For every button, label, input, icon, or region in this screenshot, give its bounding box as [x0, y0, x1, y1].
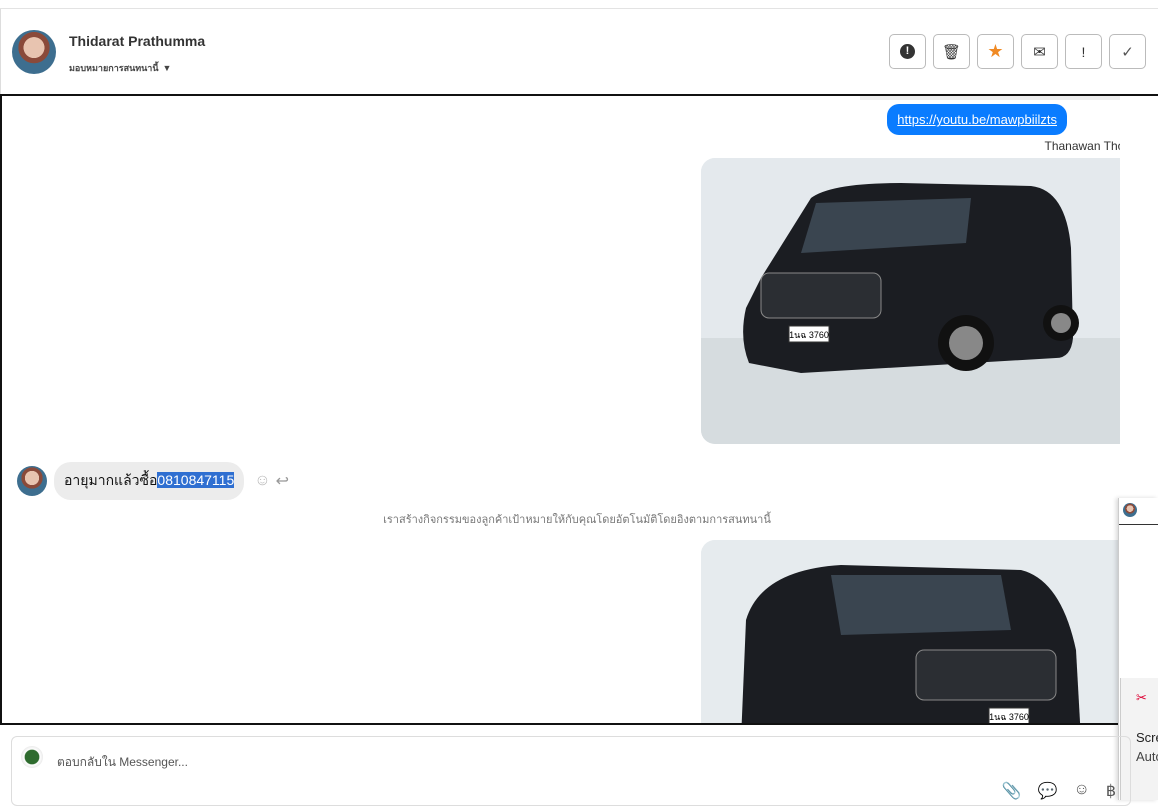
mark-done-button[interactable]: ✓	[1109, 34, 1146, 69]
van-photo: 1นฉ 3760	[701, 158, 1120, 444]
reply-composer[interactable]: ตอบกลับใน Messenger... 📎 💬 ☺ ฿	[11, 736, 1131, 806]
system-note: เราสร้างกิจกรรมของลูกค้าเป้าหมายให้กับคุ…	[383, 514, 771, 526]
popup-divider	[1119, 524, 1158, 525]
react-emoji-icon[interactable]: ☺	[254, 472, 270, 490]
van-photo-2: 1นฉ 3760	[701, 540, 1120, 723]
outgoing-link-message: https://youtu.be/mawpbiilzts	[887, 104, 1067, 135]
car-image-message-2[interactable]: 1นฉ 3760	[701, 540, 1120, 723]
reply-icon[interactable]: ↩	[276, 471, 289, 491]
license-plate-2: 1นฉ 3760	[989, 712, 1029, 722]
composer-tools: 📎 💬 ☺ ฿	[1002, 781, 1116, 801]
exclamation-icon: !	[1081, 43, 1086, 60]
thread-scroll-edge	[860, 96, 1120, 100]
sender-name: Thanawan Thon	[1044, 139, 1120, 153]
assign-conversation-dropdown[interactable]: มอบหมายการสนทนานี้ ▼	[69, 61, 171, 75]
spam-button[interactable]: !	[889, 34, 926, 69]
car-image-message[interactable]: 1นฉ 3760	[701, 158, 1120, 444]
toast-subtitle: Auto	[1136, 749, 1158, 764]
toast-title: Scre	[1136, 730, 1158, 745]
snipping-tool-icon: ✂	[1136, 690, 1147, 705]
popup-avatar	[1123, 503, 1137, 517]
trash-icon: 🗑	[941, 43, 962, 61]
contact-name[interactable]: Thidarat Prathumma	[69, 33, 205, 49]
star-button[interactable]: ★	[977, 34, 1014, 69]
saved-replies-icon[interactable]: 💬	[1038, 781, 1058, 801]
payment-baht-icon[interactable]: ฿	[1106, 781, 1116, 801]
incoming-message[interactable]: อายุมากแล้วซื้อ0810847115	[54, 462, 245, 500]
contact-avatar[interactable]	[12, 30, 56, 74]
assign-label: มอบหมายการสนทนานี้	[69, 63, 159, 73]
emoji-icon[interactable]: ☺	[1073, 781, 1089, 801]
caret-down-icon: ▼	[162, 63, 172, 73]
incoming-message-row: อายุมากแล้วซื้อ0810847115 ☺ ↩	[17, 462, 289, 500]
reply-input[interactable]: ตอบกลับใน Messenger...	[57, 753, 188, 772]
attachment-icon[interactable]: 📎	[1002, 781, 1022, 801]
alert-circle-icon: !	[900, 44, 915, 59]
toolbar: ! 🗑 ★ ✉ ! ✓	[889, 34, 1146, 69]
delete-button[interactable]: 🗑	[933, 34, 970, 69]
star-icon: ★	[987, 41, 1004, 61]
mark-unread-button[interactable]: ✉	[1021, 34, 1058, 69]
important-button[interactable]: !	[1065, 34, 1102, 69]
check-icon: ✓	[1121, 43, 1134, 61]
license-plate: 1นฉ 3760	[789, 330, 829, 340]
message-text: อายุมากแล้วซื้อ	[64, 472, 158, 488]
contact-avatar-small	[17, 466, 47, 496]
youtube-link[interactable]: https://youtu.be/mawpbiilzts	[897, 112, 1057, 127]
thread-border	[1118, 94, 1158, 96]
envelope-icon: ✉	[1033, 43, 1046, 61]
message-thread[interactable]: https://youtu.be/mawpbiilzts Thanawan Th…	[0, 94, 1120, 725]
page-logo	[21, 746, 43, 768]
selected-phone-number[interactable]: 0810847115	[157, 472, 235, 488]
conversation-header: Thidarat Prathumma มอบหมายการสนทนานี้ ▼ !…	[0, 9, 1158, 94]
